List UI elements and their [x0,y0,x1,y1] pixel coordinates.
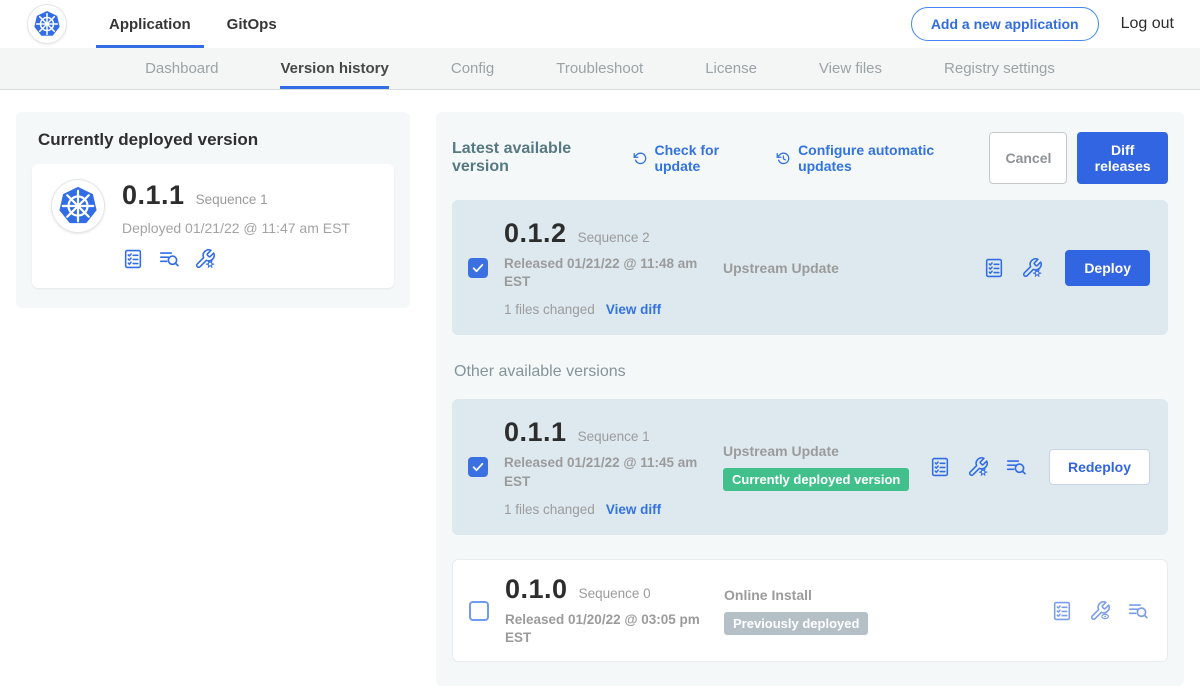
subnav-license[interactable]: License [705,48,757,89]
currently-deployed-panel: Currently deployed version 0.1.1 Sequenc… [16,112,410,308]
subnav-registry-settings[interactable]: Registry settings [944,48,1055,89]
version-checkbox[interactable] [469,601,489,621]
checkbox-check-icon [471,261,485,275]
main-content: Currently deployed version 0.1.1 Sequenc… [0,90,1200,686]
currently-deployed-title: Currently deployed version [38,130,394,150]
view-diff-link[interactable]: View diff [606,502,661,517]
auto-update-icon [776,150,791,167]
currently-deployed-badge: Currently deployed version [723,468,909,491]
add-application-button[interactable]: Add a new application [911,7,1099,41]
kubernetes-logo [28,5,66,43]
check-update-icon [633,150,648,167]
version-checkbox[interactable] [468,457,488,477]
tab-application[interactable]: Application [96,0,204,48]
deploy-logs-icon[interactable] [1127,600,1149,622]
version-source-label: Upstream Update [723,260,983,276]
kubernetes-wheel-icon [56,184,100,228]
version-source-label: Online Install [724,587,1051,603]
subnav-view-files[interactable]: View files [819,48,882,89]
edit-config-icon[interactable] [1021,257,1043,279]
tab-gitops[interactable]: GitOps [214,0,290,48]
check-for-update-link[interactable]: Check for update [633,142,755,174]
version-source-label: Upstream Update [723,443,929,459]
logout-link[interactable]: Log out [1121,15,1174,33]
panel-header: Latest available version Check for updat… [452,128,1168,200]
redeploy-button[interactable]: Redeploy [1049,449,1150,485]
subnav-dashboard[interactable]: Dashboard [145,48,218,89]
top-tabs: Application GitOps [96,0,300,48]
version-number: 0.1.0 [505,574,568,605]
configure-auto-updates-link[interactable]: Configure automatic updates [776,142,967,174]
app-logo [52,180,104,232]
deploy-logs-icon[interactable] [1005,456,1027,478]
version-row-0-1-1: 0.1.1 Sequence 1 Released 01/21/22 @ 11:… [452,399,1168,534]
latest-available-title: Latest available version [452,140,611,176]
version-row-0-1-0: 0.1.0 Sequence 0 Released 01/20/22 @ 03:… [452,559,1168,662]
cancel-button[interactable]: Cancel [989,132,1067,184]
deploy-logs-icon[interactable] [158,248,180,270]
version-number: 0.1.2 [504,218,567,249]
configure-auto-updates-label: Configure automatic updates [798,142,967,174]
subnav-troubleshoot[interactable]: Troubleshoot [556,48,643,89]
sequence-label: Sequence 0 [579,586,651,601]
files-changed-label: 1 files changed [504,302,595,317]
kubernetes-wheel-icon [32,9,62,39]
deployed-version-number: 0.1.1 [122,180,185,211]
available-versions-panel: Latest available version Check for updat… [436,112,1184,686]
subnav-version-history[interactable]: Version history [280,48,388,89]
preflight-checks-icon[interactable] [1051,600,1073,622]
preflight-checks-icon[interactable] [122,248,144,270]
previously-deployed-badge: Previously deployed [724,612,868,635]
subnav-config[interactable]: Config [451,48,494,89]
deployed-timestamp: Deployed 01/21/22 @ 11:47 am EST [122,220,350,236]
deploy-button[interactable]: Deploy [1065,250,1150,286]
view-config-icon[interactable] [1089,600,1111,622]
preflight-checks-icon[interactable] [983,257,1005,279]
files-changed-label: 1 files changed [504,502,595,517]
version-number: 0.1.1 [504,417,567,448]
released-timestamp: Released 01/20/22 @ 03:05 pm EST [505,611,710,647]
sequence-label: Sequence 1 [578,429,650,444]
deployed-sequence-label: Sequence 1 [196,192,268,207]
version-row-0-1-2: 0.1.2 Sequence 2 Released 01/21/22 @ 11:… [452,200,1168,335]
edit-config-icon[interactable] [194,248,216,270]
other-versions-title: Other available versions [454,363,1168,381]
top-nav: Application GitOps Add a new application… [0,0,1200,48]
sequence-label: Sequence 2 [578,230,650,245]
released-timestamp: Released 01/21/22 @ 11:48 am EST [504,255,709,291]
app-sub-nav: Dashboard Version history Config Trouble… [0,48,1200,90]
version-checkbox[interactable] [468,258,488,278]
edit-config-icon[interactable] [967,456,989,478]
preflight-checks-icon[interactable] [929,456,951,478]
deployed-version-card: 0.1.1 Sequence 1 Deployed 01/21/22 @ 11:… [32,164,394,288]
checkbox-check-icon [471,460,485,474]
check-for-update-label: Check for update [654,142,754,174]
view-diff-link[interactable]: View diff [606,302,661,317]
released-timestamp: Released 01/21/22 @ 11:45 am EST [504,454,709,490]
diff-releases-button[interactable]: Diff releases [1077,132,1168,184]
